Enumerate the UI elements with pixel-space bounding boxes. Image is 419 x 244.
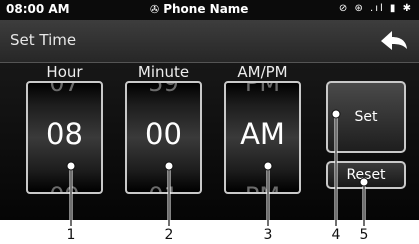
phone-connected-icon: ✇ [150,3,160,16]
hour-prev-value: 07 [49,81,80,97]
status-phone: ✇ Phone Name [150,2,248,16]
phone-name: Phone Name [163,2,249,16]
ampm-picker[interactable]: PM AM PM [224,81,301,194]
hour-value: 08 [46,117,83,151]
callout-4: 4 [331,227,341,243]
ampm-prev-value: PM [244,81,281,97]
minute-next-value: 01 [127,182,200,192]
callout-2: 2 [164,227,174,243]
ampm-label: AM/PM [237,63,288,81]
minute-label: Minute [137,63,190,81]
page-title: Set Time [10,31,77,49]
ampm-value: AM [240,117,285,151]
status-indicator-icons: ⊘ ⊛ .ıl ▮ ✱ [338,3,413,14]
hour-next-value: 09 [28,182,101,192]
callout-3: 3 [263,227,273,243]
minute-value: 00 [145,117,182,151]
back-button[interactable] [377,25,411,57]
ampm-next-value: PM [226,182,299,192]
title-bar: Set Time [0,20,419,63]
minute-picker[interactable]: 59 00 01 [125,81,202,194]
status-bar: 08:00 AM ✇ Phone Name ⊘ ⊛ .ıl ▮ ✱ [0,0,419,20]
head-unit-screen: 08:00 AM ✇ Phone Name ⊘ ⊛ .ıl ▮ ✱ Set Tim… [0,0,419,220]
status-time: 08:00 AM [6,2,70,16]
back-arrow-icon [381,31,407,50]
callout-1: 1 [66,227,76,243]
hour-picker[interactable]: 07 08 09 [26,81,103,194]
hour-label: Hour [46,63,83,81]
callout-5: 5 [359,227,369,243]
set-button[interactable]: Set [326,81,406,153]
minute-prev-value: 59 [148,81,179,97]
reset-button[interactable]: Reset [326,161,406,189]
